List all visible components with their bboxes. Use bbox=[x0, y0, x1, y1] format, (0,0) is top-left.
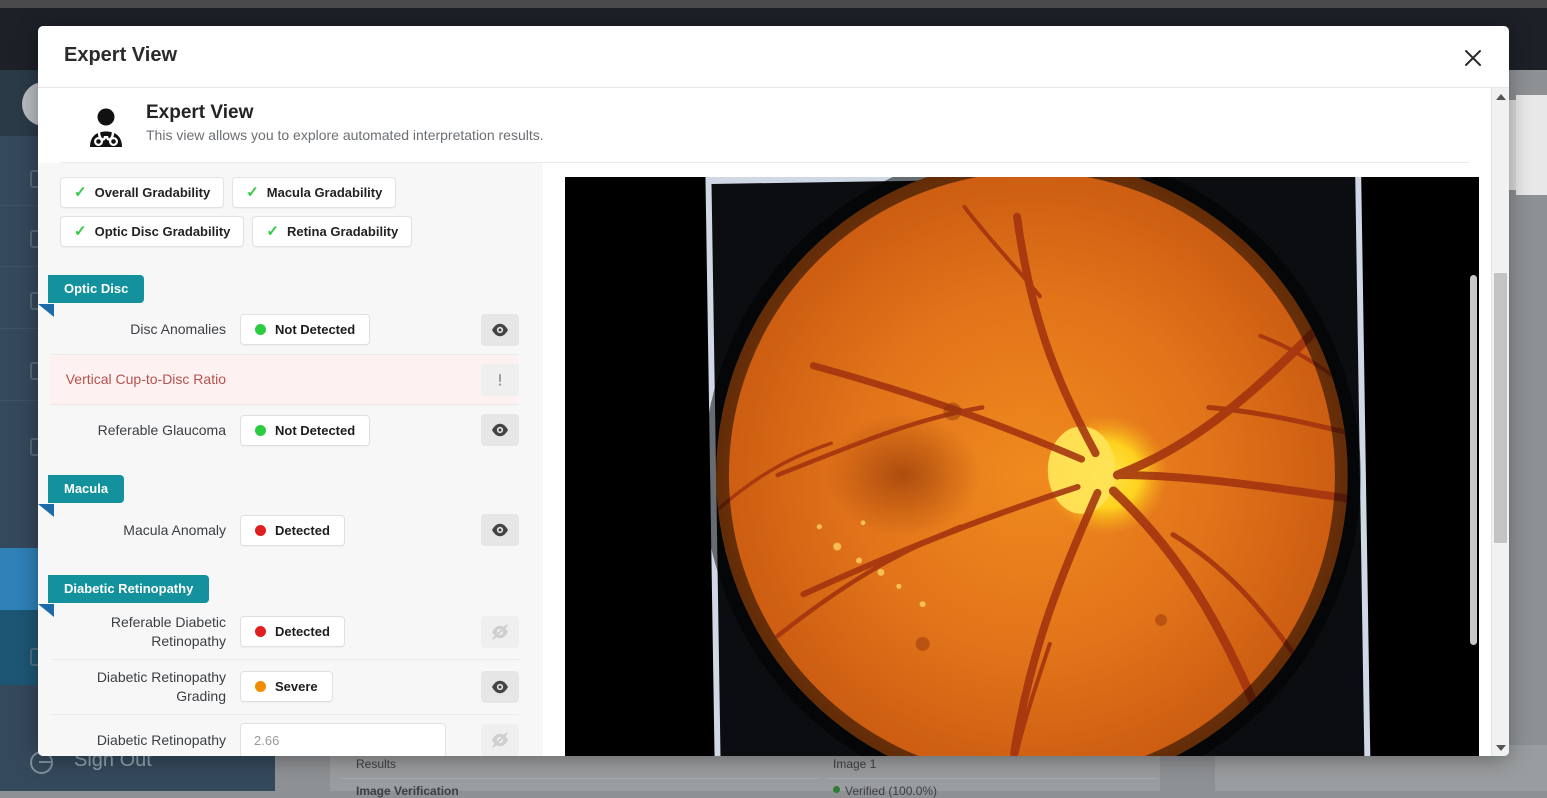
finding-row: Referable Glaucoma Not Detected bbox=[50, 405, 519, 455]
section-title: Macula bbox=[48, 475, 124, 503]
finding-value: Not Detected bbox=[240, 314, 481, 345]
gradability-chip[interactable]: ✓ Overall Gradability bbox=[60, 177, 224, 208]
section-header-diabetic-retinopathy: Diabetic Retinopathy bbox=[38, 575, 543, 605]
image-label: Image 1 bbox=[833, 757, 876, 771]
eye-icon[interactable] bbox=[481, 314, 519, 346]
gradability-chip-label: Macula Gradability bbox=[267, 185, 383, 200]
check-icon: ✓ bbox=[74, 224, 87, 239]
finding-row: Macula Anomaly Detected bbox=[50, 505, 519, 555]
status-text: Not Detected bbox=[275, 322, 355, 337]
gradability-chip[interactable]: ✓ Macula Gradability bbox=[232, 177, 396, 208]
gradability-chip-label: Retina Gradability bbox=[287, 224, 398, 239]
check-icon: ✓ bbox=[246, 185, 259, 200]
finding-value: Severe bbox=[240, 671, 481, 702]
section-title: Optic Disc bbox=[48, 275, 144, 303]
ribbon-fold bbox=[38, 504, 54, 517]
section-header-macula: Macula bbox=[38, 475, 543, 505]
finding-row: Disc Anomalies Not Detected bbox=[50, 305, 519, 355]
finding-value: Not Detected bbox=[240, 415, 481, 446]
finding-label: Disc Anomalies bbox=[50, 320, 240, 339]
check-icon: ✓ bbox=[266, 224, 279, 239]
numeric-value[interactable]: 2.66 bbox=[240, 723, 446, 756]
finding-label: Vertical Cup-to-Disc Ratio bbox=[50, 370, 240, 389]
scrollbar-thumb[interactable] bbox=[1494, 273, 1507, 543]
verified-status-dot bbox=[833, 786, 840, 793]
status-dot bbox=[255, 324, 266, 335]
status-text: Not Detected bbox=[275, 423, 355, 438]
close-icon[interactable] bbox=[1457, 42, 1489, 74]
modal-columns: ✓ Overall Gradability ✓ Macula Gradabili… bbox=[38, 163, 1491, 756]
findings-panel: ✓ Overall Gradability ✓ Macula Gradabili… bbox=[38, 163, 543, 756]
expert-view-hero: Expert View This view allows you to expl… bbox=[60, 88, 1469, 163]
gradability-chip[interactable]: ✓ Retina Gradability bbox=[252, 216, 412, 247]
fundus-image[interactable] bbox=[565, 177, 1479, 756]
status-dot bbox=[255, 681, 266, 692]
finding-value: Detected bbox=[240, 515, 481, 546]
finding-row: Diabetic Retinopathy 2.66 bbox=[50, 715, 519, 756]
section-rows-diabetic-retinopathy: Referable Diabetic Retinopathy Detected bbox=[38, 605, 543, 756]
warning-icon[interactable] bbox=[481, 364, 519, 396]
gradability-chip[interactable]: ✓ Optic Disc Gradability bbox=[60, 216, 244, 247]
browser-top-strip bbox=[0, 0, 1547, 8]
gradability-chip-label: Optic Disc Gradability bbox=[95, 224, 231, 239]
eye-off-icon bbox=[481, 616, 519, 648]
doctor-icon bbox=[84, 106, 128, 150]
panel-divider bbox=[827, 778, 1157, 779]
status-badge: Not Detected bbox=[240, 314, 370, 345]
finding-row: Diabetic Retinopathy Grading Severe bbox=[50, 660, 519, 715]
finding-row: Referable Diabetic Retinopathy Detected bbox=[50, 605, 519, 660]
finding-value: Detected bbox=[240, 616, 481, 647]
image-viewer-panel bbox=[543, 163, 1491, 756]
image-verification-label: Image Verification bbox=[356, 784, 459, 798]
finding-label: Referable Glaucoma bbox=[50, 421, 240, 440]
finding-label: Macula Anomaly bbox=[50, 521, 240, 540]
finding-label: Referable Diabetic Retinopathy bbox=[50, 613, 240, 651]
modal-body: Expert View This view allows you to expl… bbox=[38, 88, 1509, 756]
results-label: Results bbox=[356, 757, 396, 771]
finding-label: Diabetic Retinopathy Grading bbox=[50, 668, 240, 706]
verified-label: Verified (100.0%) bbox=[845, 784, 937, 798]
modal-title: Expert View bbox=[64, 44, 177, 67]
finding-row-alert: Vertical Cup-to-Disc Ratio bbox=[50, 355, 519, 405]
eye-off-icon bbox=[481, 724, 519, 756]
status-dot bbox=[255, 626, 266, 637]
status-dot bbox=[255, 425, 266, 436]
gradability-chip-label: Overall Gradability bbox=[95, 185, 211, 200]
status-dot bbox=[255, 525, 266, 536]
eye-icon[interactable] bbox=[481, 671, 519, 703]
status-badge: Detected bbox=[240, 616, 345, 647]
eye-icon[interactable] bbox=[481, 514, 519, 546]
status-text: Detected bbox=[275, 624, 330, 639]
scroll-up-arrow[interactable] bbox=[1492, 88, 1509, 105]
section-header-optic-disc: Optic Disc bbox=[38, 275, 543, 305]
modal-scroll-area: Expert View This view allows you to expl… bbox=[38, 88, 1491, 756]
status-badge: Detected bbox=[240, 515, 345, 546]
ribbon-fold bbox=[38, 604, 54, 617]
status-text: Detected bbox=[275, 523, 330, 538]
expert-view-modal: Expert View bbox=[38, 26, 1509, 756]
image-pane-scrollbar[interactable] bbox=[1470, 275, 1477, 645]
hero-heading: Expert View bbox=[146, 102, 544, 124]
section-rows-optic-disc: Disc Anomalies Not Detected bbox=[38, 305, 543, 455]
hero-subtitle: This view allows you to explore automate… bbox=[146, 127, 544, 143]
status-badge: Not Detected bbox=[240, 415, 370, 446]
check-icon: ✓ bbox=[74, 185, 87, 200]
finding-label: Diabetic Retinopathy bbox=[50, 731, 240, 750]
scroll-down-arrow[interactable] bbox=[1492, 739, 1509, 756]
panel-divider bbox=[340, 778, 820, 779]
finding-value: 2.66 bbox=[240, 723, 481, 756]
section-rows-macula: Macula Anomaly Detected bbox=[38, 505, 543, 555]
modal-scrollbar[interactable] bbox=[1491, 88, 1509, 756]
ribbon-fold bbox=[38, 304, 54, 317]
gradability-chip-group: ✓ Overall Gradability ✓ Macula Gradabili… bbox=[38, 163, 518, 255]
modal-header: Expert View bbox=[38, 26, 1509, 88]
eye-icon[interactable] bbox=[481, 414, 519, 446]
status-text: Severe bbox=[275, 679, 318, 694]
status-badge: Severe bbox=[240, 671, 333, 702]
background-right-strip bbox=[1516, 95, 1547, 195]
section-title: Diabetic Retinopathy bbox=[48, 575, 209, 603]
